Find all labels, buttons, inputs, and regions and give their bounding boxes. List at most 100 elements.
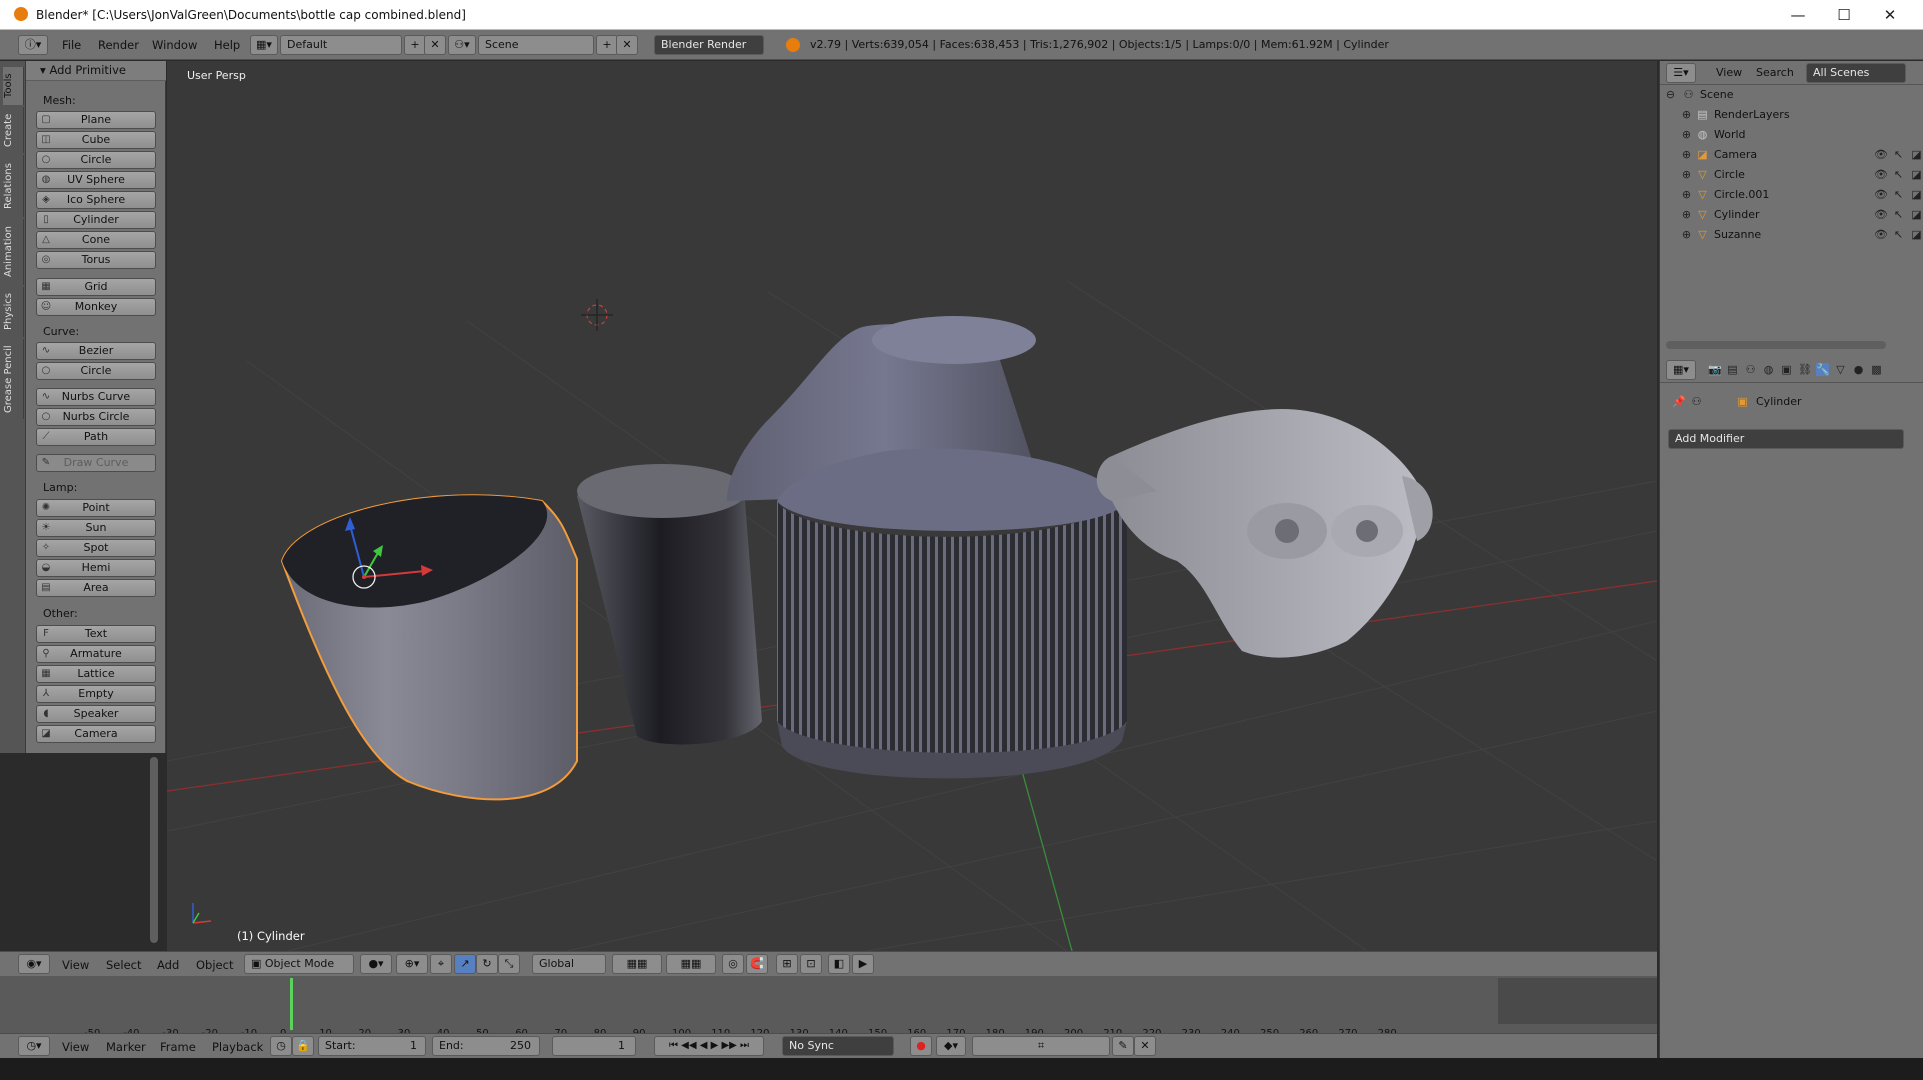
render-animation-icon[interactable]: ▶ [852, 954, 874, 974]
world-tab-icon[interactable]: ◍ [1762, 363, 1775, 376]
tab-create[interactable]: Create [3, 107, 24, 153]
menu-file[interactable]: File [62, 38, 81, 52]
translate-manipulator-icon[interactable]: ↗ [454, 954, 476, 974]
add-scene-icon[interactable]: + [596, 35, 618, 55]
tab-grease-pencil[interactable]: Grease Pencil [3, 339, 24, 419]
playback-controls[interactable]: ⏮ ◀◀ ◀ ▶ ▶▶ ⏭ [654, 1036, 764, 1056]
outliner-item-camera[interactable]: ⊕ ◪ Camera 👁 ↖ ◪ [1680, 145, 1923, 165]
screen-layout-icon[interactable]: ▦▾ [250, 35, 278, 55]
add-path-button[interactable]: ⟋ Path [36, 428, 156, 446]
outliner-item-suzanne[interactable]: ⊕ ▽ Suzanne 👁 ↖ ◪ [1680, 225, 1923, 245]
maximize-button[interactable]: ☐ [1821, 0, 1867, 30]
outliner-scene-row[interactable]: ⊖ ⚇ Scene [1664, 85, 1904, 105]
delete-keyframe-icon[interactable]: ✕ [1134, 1036, 1156, 1056]
add-point-lamp-button[interactable]: ✺ Point [36, 499, 156, 517]
expand-triangle-icon[interactable]: ⊕ [1680, 108, 1693, 121]
remove-layout-icon[interactable]: ✕ [424, 35, 446, 55]
preview-range-icon[interactable]: ◷ [270, 1036, 292, 1056]
outliner-search-menu[interactable]: Search [1756, 66, 1794, 79]
outliner-item-world[interactable]: ⊕ ◍ World [1680, 125, 1920, 145]
add-modifier-dropdown[interactable]: Add Modifier [1668, 429, 1904, 449]
add-plane-button[interactable]: ▢ Plane [36, 111, 156, 129]
selectability-cursor-icon[interactable]: ↖ [1892, 148, 1905, 161]
outliner-view-menu[interactable]: View [1716, 66, 1742, 79]
close-button[interactable]: ✕ [1867, 0, 1913, 30]
selectability-cursor-icon[interactable]: ↖ [1892, 228, 1905, 241]
add-spot-lamp-button[interactable]: ✧ Spot [36, 539, 156, 557]
add-nurbs-curve-button[interactable]: ∿ Nurbs Curve [36, 388, 156, 406]
renderability-camera-icon[interactable]: ◪ [1910, 228, 1923, 241]
snap-element-icon[interactable]: ⊞ [776, 954, 798, 974]
renderability-camera-icon[interactable]: ◪ [1910, 168, 1923, 181]
expand-triangle-icon[interactable]: ⊕ [1680, 128, 1693, 141]
expand-triangle-icon[interactable]: ⊕ [1680, 188, 1693, 201]
lock-frame-icon[interactable]: 🔒 [292, 1036, 314, 1056]
add-bezier-button[interactable]: ∿ Bezier [36, 342, 156, 360]
proportional-edit-icon[interactable]: ◎ [722, 954, 744, 974]
visibility-eye-icon[interactable]: 👁 [1874, 228, 1888, 241]
tab-tools[interactable]: Tools [3, 67, 24, 105]
draw-curve-button[interactable]: ✎ Draw Curve [36, 454, 156, 472]
render-still-icon[interactable]: ◧ [828, 954, 850, 974]
minimize-button[interactable]: — [1775, 0, 1821, 30]
add-empty-button[interactable]: ⅄ Empty [36, 685, 156, 703]
snap-toggle-icon[interactable]: 🧲 [746, 954, 768, 974]
pivot-point-icon[interactable]: ⊕▾ [396, 954, 428, 974]
add-text-button[interactable]: F Text [36, 625, 156, 643]
manipulator-toggle-icon[interactable]: ⌖ [430, 954, 452, 974]
add-torus-button[interactable]: ◎ Torus [36, 251, 156, 269]
selectability-cursor-icon[interactable]: ↖ [1892, 188, 1905, 201]
add-cylinder-button[interactable]: ▯ Cylinder [36, 211, 156, 229]
menu-marker[interactable]: Marker [106, 1040, 146, 1054]
add-monkey-button[interactable]: ☺ Monkey [36, 298, 156, 316]
expand-triangle-icon[interactable]: ⊕ [1680, 228, 1693, 241]
render-engine-select[interactable]: Blender Render [654, 35, 764, 55]
outliner-item-renderlayers[interactable]: ⊕ ▤ RenderLayers [1680, 105, 1920, 125]
tab-physics[interactable]: Physics [3, 287, 24, 337]
add-nurbs-circle-button[interactable]: ○ Nurbs Circle [36, 408, 156, 426]
menu-select[interactable]: Select [106, 958, 141, 972]
timeline-area[interactable]: -50-40-30-20-100102030405060708090100110… [0, 976, 1657, 1039]
current-frame-marker[interactable] [290, 978, 293, 1030]
end-frame-field[interactable]: End: 250 [432, 1036, 540, 1056]
renderability-camera-icon[interactable]: ◪ [1910, 188, 1923, 201]
constraints-tab-icon[interactable]: ⛓ [1798, 363, 1812, 376]
outliner-item-cylinder[interactable]: ⊕ ▽ Cylinder 👁 ↖ ◪ [1680, 205, 1923, 225]
renderability-camera-icon[interactable]: ◪ [1910, 208, 1923, 221]
transform-orientation-select[interactable]: Global [532, 954, 606, 974]
add-lattice-button[interactable]: ▦ Lattice [36, 665, 156, 683]
add-armature-button[interactable]: ⚲ Armature [36, 645, 156, 663]
scene-icon[interactable]: ⚇▾ [448, 35, 476, 55]
outliner-item-circle-001[interactable]: ⊕ ▽ Circle.001 👁 ↖ ◪ [1680, 185, 1923, 205]
display-mode-select[interactable]: All Scenes [1806, 63, 1906, 83]
viewport-shading-icon[interactable]: ●▾ [360, 954, 392, 974]
selectability-cursor-icon[interactable]: ↖ [1892, 208, 1905, 221]
add-curve-circle-button[interactable]: ○ Circle [36, 362, 156, 380]
3d-viewport[interactable]: User Persp (1) Cylinder [167, 61, 1657, 951]
menu-playback[interactable]: Playback [212, 1040, 263, 1054]
start-frame-field[interactable]: Start: 1 [318, 1036, 426, 1056]
menu-render[interactable]: Render [98, 38, 139, 52]
scale-manipulator-icon[interactable]: ⤡ [498, 954, 520, 974]
current-frame-field[interactable]: 1 [552, 1036, 636, 1056]
insert-keyframe-icon[interactable]: ✎ [1112, 1036, 1134, 1056]
object-tab-icon[interactable]: ▣ [1780, 363, 1793, 376]
renderability-camera-icon[interactable]: ◪ [1910, 148, 1923, 161]
visibility-eye-icon[interactable]: 👁 [1874, 148, 1888, 161]
tab-animation[interactable]: Animation [3, 219, 24, 285]
expand-triangle-icon[interactable]: ⊕ [1680, 208, 1693, 221]
menu-window[interactable]: Window [152, 38, 197, 52]
scene-tab-icon[interactable]: ⚇ [1744, 363, 1757, 376]
material-tab-icon[interactable]: ● [1852, 363, 1865, 376]
layers-grid-1-icon[interactable]: ▦▦ [612, 954, 662, 974]
menu-object[interactable]: Object [196, 958, 233, 972]
editor-type-properties-icon[interactable]: ▦▾ [1666, 360, 1696, 380]
pin-icon[interactable]: 📌 [1672, 395, 1686, 408]
tab-relations[interactable]: Relations [3, 155, 24, 217]
snap-target-icon[interactable]: ⊡ [800, 954, 822, 974]
collapse-triangle-icon[interactable]: ⊖ [1664, 88, 1677, 101]
outliner-scrollbar[interactable] [1666, 341, 1886, 349]
active-keying-set-field[interactable]: ⌗ [972, 1036, 1110, 1056]
rotate-manipulator-icon[interactable]: ↻ [476, 954, 498, 974]
keying-set-icon[interactable]: ◆▾ [936, 1036, 966, 1056]
